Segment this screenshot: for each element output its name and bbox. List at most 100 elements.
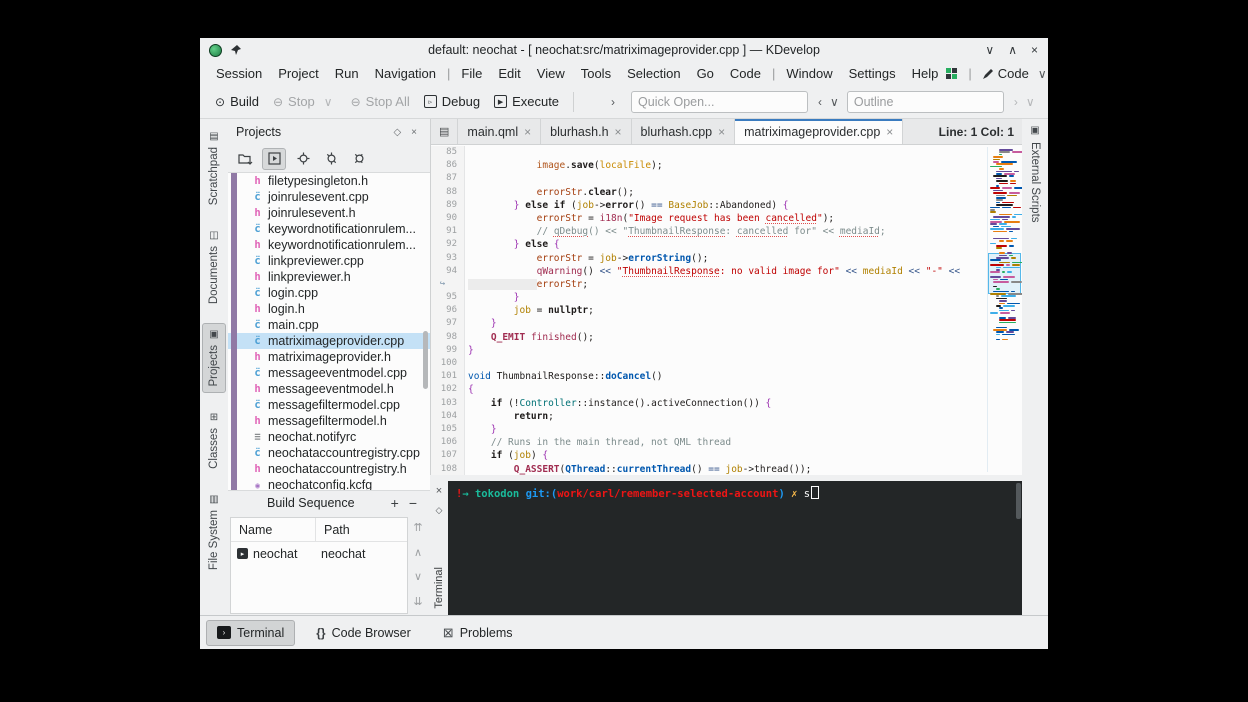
terminal-console[interactable]: !→ tokodon git:(work/carl/remember-selec… [448,481,1022,615]
tree-item-label: neochataccountregistry.h [268,462,407,476]
outline-down-icon[interactable]: ∨ [826,95,843,109]
tree-item[interactable]: hmatriximageprovider.h [228,349,430,365]
close-tab-icon[interactable]: × [524,125,531,139]
tree-item[interactable]: hfiletypesingleton.h [228,173,430,189]
open-project-button[interactable] [234,149,256,169]
build-button[interactable]: ⊙ Build [208,90,266,113]
add-target-button[interactable]: + [386,495,404,511]
toolbar-expand-icon[interactable]: › [607,95,619,109]
sidebar-tab-file-system[interactable]: ▥File System [202,488,226,576]
session-grid-icon[interactable] [946,68,957,79]
sidebar-tab-external-scripts[interactable]: ▣External Scripts [1029,125,1041,223]
minimize-icon[interactable]: ∨ [985,43,994,57]
tree-item[interactable]: c̈joinrulesevent.cpp [228,189,430,205]
editor-tab-blurhash-cpp[interactable]: blurhash.cpp× [632,119,736,144]
tree-scrollbar[interactable] [423,331,428,389]
code-view[interactable]: 8586 image.save(localFile);8788 errorStr… [431,144,1022,475]
minimap[interactable] [987,147,1021,472]
close-terminal-icon[interactable]: × [436,485,442,497]
menu-edit[interactable]: Edit [490,64,528,83]
tree-item[interactable]: c̈linkpreviewer.cpp [228,253,430,269]
detach-terminal-icon[interactable]: ◇ [436,505,443,516]
forward-icon[interactable]: › [1010,95,1022,109]
maximize-icon[interactable]: ∧ [1008,43,1017,57]
code-line: 106 // Runs in the main thread, not QML … [431,436,986,449]
build-sequence-table[interactable]: Name Path ▸neochatneochat [230,517,408,614]
outline-back-icon[interactable]: ‹ [814,95,826,109]
tree-item[interactable]: c̈messageeventmodel.cpp [228,365,430,381]
tree-item[interactable]: hlogin.h [228,301,430,317]
target-name-cell: ▸neochat [231,547,313,561]
move-up-icon[interactable]: ∧ [414,546,422,559]
remove-target-button[interactable]: − [404,495,422,511]
tree-item[interactable]: hjoinrulesevent.h [228,205,430,221]
title-bar[interactable]: default: neochat - [ neochat:src/matrixi… [200,38,1048,62]
stop-all-button[interactable]: ⊖ Stop All [344,90,417,113]
document-list-icon[interactable]: ▤ [431,119,458,144]
toolview-button-terminal[interactable]: ›Terminal [206,620,295,646]
move-top-icon[interactable]: ⇈ [413,521,422,534]
float-panel-icon[interactable]: ◇ [388,127,406,138]
code-line: 103 if (!Controller::instance().activeCo… [431,397,986,410]
sidebar-tab-projects[interactable]: ▣Projects [202,323,226,393]
line-number: 106 [431,436,465,449]
debug-button[interactable]: ▹ Debug [417,90,487,113]
code-layout-selector[interactable]: Code ∨ [983,66,1051,81]
install-selection-button[interactable] [320,149,342,169]
tree-item[interactable]: ≡neochat.notifyrc [228,429,430,445]
tree-item-label: neochat.notifyrc [268,430,356,444]
editor-tab-matriximageprovider-cpp[interactable]: matriximageprovider.cpp× [735,119,903,144]
tree-item[interactable]: hmessageeventmodel.h [228,381,430,397]
menu-selection[interactable]: Selection [619,64,688,83]
quick-open-input[interactable] [631,91,808,113]
menu-settings[interactable]: Settings [841,64,904,83]
close-tab-icon[interactable]: × [615,125,622,139]
execute-button[interactable]: ▶ Execute [487,90,566,113]
show-targets-button[interactable] [262,148,286,170]
move-down-icon[interactable]: ∨ [414,570,422,583]
tree-item[interactable]: c̈matriximageprovider.cpp [228,333,430,349]
tree-item[interactable]: hkeywordnotificationrulem... [228,237,430,253]
tree-item[interactable]: c̈keywordnotificationrulem... [228,221,430,237]
menu-project[interactable]: Project [270,64,326,83]
build-selection-button[interactable] [292,149,314,169]
sidebar-tab-classes[interactable]: ⊞Classes [202,406,226,475]
menu-window[interactable]: Window [778,64,840,83]
configure-selection-button[interactable] [348,149,370,169]
stop-button[interactable]: ⊖ Stop ∨ [266,90,344,113]
close-panel-icon[interactable]: × [406,127,422,138]
sidebar-tab-scratchpad[interactable]: ▤Scratchpad [202,125,226,211]
menu-code[interactable]: Code [722,64,769,83]
tree-item[interactable]: hmessagefiltermodel.h [228,413,430,429]
close-icon[interactable]: × [1031,43,1038,57]
tree-item[interactable]: hneochataccountregistry.h [228,461,430,477]
menu-tools[interactable]: Tools [573,64,619,83]
outline-input[interactable] [847,91,1004,113]
menu-file[interactable]: File [453,64,490,83]
forward-down-icon[interactable]: ∨ [1022,95,1039,109]
menu-help[interactable]: Help [904,64,947,83]
sidebar-tab-documents[interactable]: ◫Documents [202,224,226,310]
terminal-prompt-line: !→ tokodon git:(work/carl/remember-selec… [448,481,1022,500]
menu-go[interactable]: Go [689,64,722,83]
close-tab-icon[interactable]: × [718,125,725,139]
tree-item[interactable]: c̈messagefiltermodel.cpp [228,397,430,413]
toolview-button-problems[interactable]: ⊠Problems [432,620,524,646]
menu-run[interactable]: Run [327,64,367,83]
terminal-scrollbar[interactable] [1016,483,1021,519]
editor-tab-blurhash-h[interactable]: blurhash.h× [541,119,631,144]
menu-view[interactable]: View [529,64,573,83]
menu-navigation[interactable]: Navigation [367,64,444,83]
tree-item[interactable]: c̈main.cpp [228,317,430,333]
project-file-tree[interactable]: hfiletypesingleton.hc̈joinrulesevent.cpp… [228,172,430,491]
tree-item[interactable]: c̈login.cpp [228,285,430,301]
menu-session[interactable]: Session [208,64,270,83]
editor-tab-main-qml[interactable]: main.qml× [458,119,541,144]
line-number: 85 [431,146,465,159]
move-bottom-icon[interactable]: ⇊ [413,595,422,608]
toolview-button-code-browser[interactable]: {}Code Browser [305,620,422,646]
tree-item[interactable]: c̈neochataccountregistry.cpp [228,445,430,461]
tree-item[interactable]: hlinkpreviewer.h [228,269,430,285]
build-sequence-row[interactable]: ▸neochatneochat [231,542,407,565]
close-tab-icon[interactable]: × [886,125,893,139]
